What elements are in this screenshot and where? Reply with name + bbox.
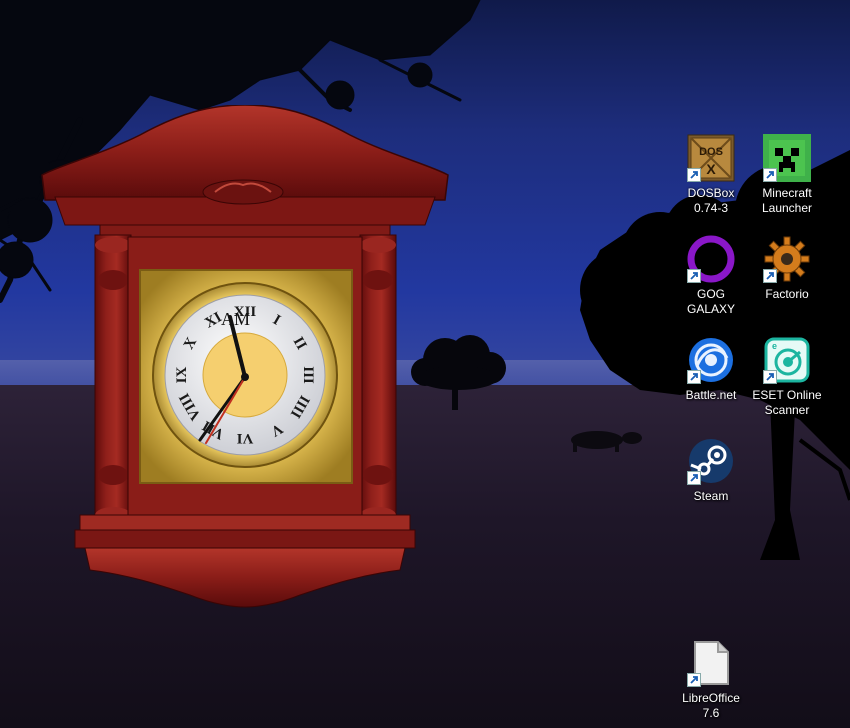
svg-text:DOS: DOS — [699, 146, 723, 158]
desktop-icon-factorio[interactable]: Factorio — [749, 235, 825, 302]
desktop-icon-dosbox[interactable]: DOS X DOSBox 0.74-3 — [673, 134, 749, 216]
shortcut-arrow-icon — [763, 168, 777, 182]
shortcut-arrow-icon — [687, 370, 701, 384]
svg-text:e: e — [772, 341, 777, 351]
desktop-icon-label: ESET Online Scanner — [752, 388, 822, 417]
desktop-icon-steam[interactable]: Steam — [673, 437, 749, 504]
desktop-icon-label: LibreOffice 7.6 — [682, 691, 740, 720]
clock-numeral: IX — [174, 366, 190, 383]
shortcut-arrow-icon — [687, 673, 701, 687]
desktop-icon-label: DOSBox 0.74-3 — [687, 186, 735, 215]
desktop-icon-label: Battle.net — [685, 388, 737, 402]
am-pm-label: AM — [221, 309, 250, 329]
clock-numeral: VI — [237, 430, 254, 446]
desktop-icon-label: GOG GALAXY — [686, 287, 736, 316]
desktop-icon-gog-galaxy[interactable]: GOG GALAXY — [673, 235, 749, 317]
shortcut-arrow-icon — [687, 269, 701, 283]
desktop-icon-libreoffice[interactable]: LibreOffice 7.6 — [673, 639, 749, 721]
svg-text:X: X — [706, 161, 716, 177]
shortcut-arrow-icon — [763, 269, 777, 283]
shortcut-arrow-icon — [687, 471, 701, 485]
desktop-icon-minecraft[interactable]: Minecraft Launcher — [749, 134, 825, 216]
shortcut-arrow-icon — [687, 168, 701, 182]
clock-numeral: III — [300, 366, 316, 384]
shortcut-arrow-icon — [763, 370, 777, 384]
desktop-icon-label: Factorio — [765, 287, 809, 301]
desktop-background: XIIIIIIIIIIIIVVIVIIVIIIIXXXI AM DOS X — [0, 0, 850, 728]
desktop-icon-battlenet[interactable]: Battle.net — [673, 336, 749, 403]
desktop-icon-eset[interactable]: e ESET Online Scanner — [749, 336, 825, 418]
desktop-icon-label: Minecraft Launcher — [761, 186, 813, 215]
desktop-icon-label: Steam — [693, 489, 729, 503]
wall-clock-widget[interactable]: XIIIIIIIIIIIIVVIVIIVIIIIXXXI AM — [40, 105, 450, 610]
